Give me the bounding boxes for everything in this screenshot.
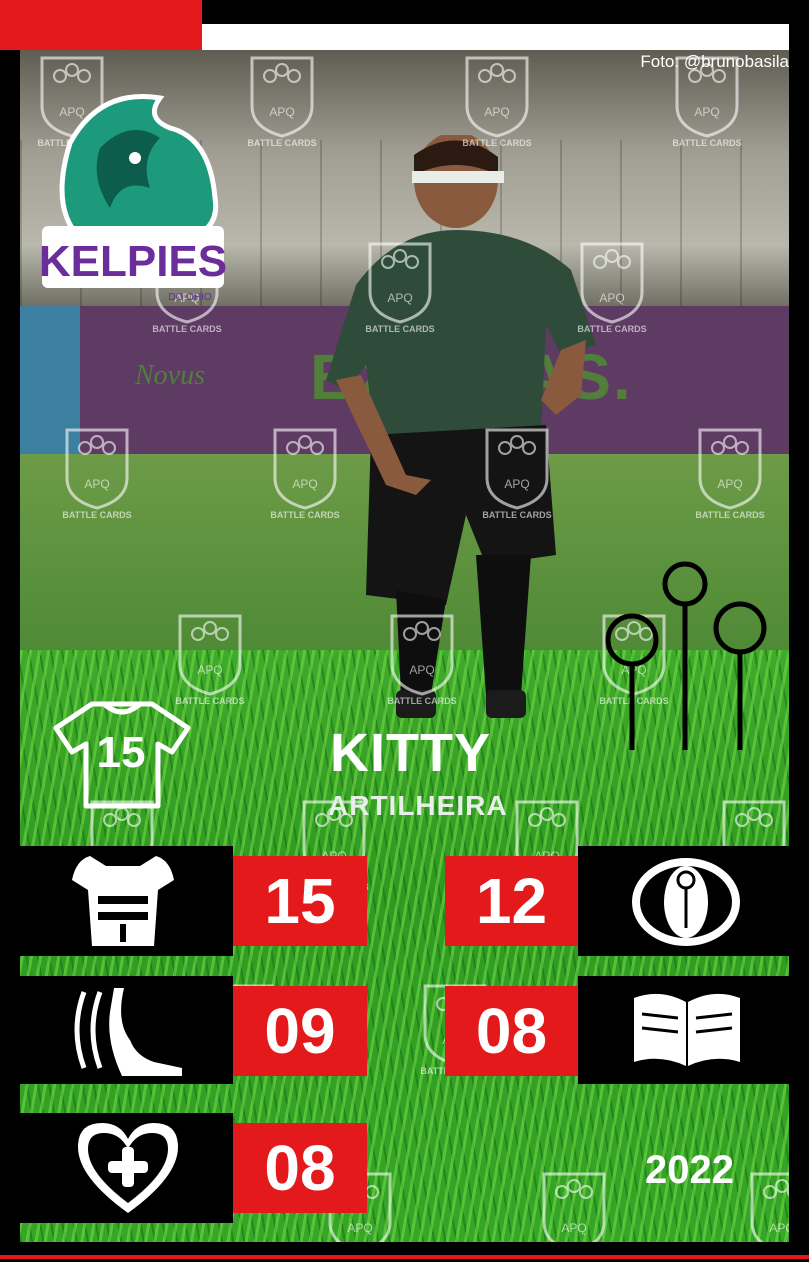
winged-foot-icon [74, 988, 182, 1076]
stat-health-panel [20, 1113, 233, 1223]
watermark-label: BATTLE CARDS [270, 510, 340, 520]
svg-text:APQ: APQ [269, 105, 294, 119]
stat-speed-panel [20, 976, 233, 1084]
apq-watermark: APQ BATTLE CARDS [570, 240, 654, 340]
svg-text:DO OHIO: DO OHIO [168, 292, 212, 303]
svg-text:KELPIES: KELPIES [40, 237, 227, 286]
armor-icon [72, 856, 174, 946]
apq-watermark: APQ BATTLE CARDS [455, 54, 539, 154]
apq-watermark: APQ BATTLE CARDS [263, 426, 347, 526]
eye-icon [632, 858, 740, 946]
svg-text:APQ: APQ [599, 291, 624, 305]
player-position: ARTILHEIRA [328, 790, 508, 821]
svg-text:APQ: APQ [717, 477, 742, 491]
player-name: KITTY [330, 723, 491, 783]
stat-vision-value: 12 [445, 856, 578, 946]
header-white-bar [202, 24, 789, 50]
watermark-label: BATTLE CARDS [577, 324, 647, 334]
banner-brand-text: Novus [135, 360, 205, 391]
watermark-label: BATTLE CARDS [695, 510, 765, 520]
footer-red-line [0, 1255, 809, 1259]
player-figure [326, 135, 596, 718]
svg-text:APQ: APQ [387, 291, 412, 305]
apq-watermark: APQ BATTLE CARDS [55, 426, 139, 526]
svg-text:APQ: APQ [347, 1221, 372, 1235]
svg-text:APQ: APQ [84, 477, 109, 491]
stat-armor-panel [20, 846, 233, 956]
watermark-label: BATTLE CARDS [672, 138, 742, 148]
header-red-bar [0, 0, 202, 50]
apq-watermark: APQ BATTLE CARDS [380, 612, 464, 712]
apq-watermark: APQ BATTLE CARDS [168, 612, 252, 712]
watermark-label: BATTLE CARDS [387, 696, 457, 706]
kelpies-team-logo: KELPIES DO OHIO [40, 94, 227, 303]
stat-vision-panel [578, 846, 789, 956]
svg-text:APQ: APQ [504, 477, 529, 491]
heart-plus-icon [78, 1123, 178, 1213]
svg-text:APQ: APQ [694, 105, 719, 119]
watermark-label: BATTLE CARDS [482, 510, 552, 520]
jersey-number: 15 [96, 728, 146, 777]
stat-knowledge-panel [578, 976, 789, 1084]
apq-watermark: APQ BATTLE CARDS [532, 1170, 616, 1242]
svg-text:APQ: APQ [484, 105, 509, 119]
quidditch-hoops-icon [605, 561, 767, 750]
apq-watermark: APQ BATTLE CARDS [240, 54, 324, 154]
stat-health-value: 08 [233, 1123, 367, 1213]
watermark-label: BATTLE CARDS [152, 324, 222, 334]
apq-watermark: APQ BATTLE CARDS [475, 426, 559, 526]
stat-speed-value: 09 [233, 986, 367, 1076]
svg-text:APQ: APQ [561, 1221, 586, 1235]
stat-armor-value: 15 [233, 856, 367, 946]
watermark-label: BATTLE CARDS [462, 138, 532, 148]
svg-text:APQ: APQ [292, 477, 317, 491]
open-book-icon [634, 993, 740, 1066]
apq-watermark: APQ BATTLE CARDS [358, 240, 442, 340]
watermark-label: BATTLE CARDS [365, 324, 435, 334]
stat-knowledge-value: 08 [445, 986, 578, 1076]
svg-text:APQ: APQ [409, 663, 434, 677]
photo-credit: Foto: @brunobasila [640, 52, 789, 71]
svg-text:APQ: APQ [769, 1221, 789, 1235]
watermark-label: BATTLE CARDS [247, 138, 317, 148]
apq-watermark: APQ BATTLE CARDS [688, 426, 772, 526]
watermark-label: BATTLE CARDS [62, 510, 132, 520]
card-year: 2022 [645, 1148, 734, 1192]
apq-watermark: APQ BATTLE CARDS [740, 1170, 789, 1242]
svg-text:APQ: APQ [197, 663, 222, 677]
